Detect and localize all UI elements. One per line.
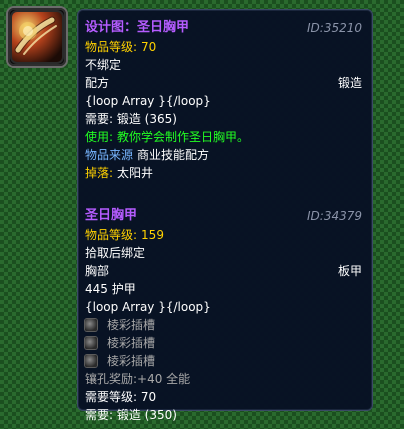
pattern-title[interactable]: 设计图：圣日胸甲 [85,18,189,38]
pattern-source-label[interactable]: 物品来源 [85,146,133,164]
result-bind: 拾取后绑定 [85,246,146,260]
pattern-item-level-row: 物品等级: 70 [85,38,362,56]
result-socket-bonus: 镶孔奖励:+40 全能 [85,372,191,386]
pattern-section: 设计图：圣日胸甲 ID:35210 物品等级: 70 不绑定 配方 锻造 {lo… [85,18,362,182]
pattern-requires-row: 需要: 锻造 (365) [85,110,362,128]
result-socket-label-3: 棱彩插槽 [107,354,156,368]
pattern-drop-label: 掉落: [85,166,114,180]
pattern-use-label: 使用: [85,130,114,144]
armor-pattern-icon[interactable] [8,8,66,66]
result-armor: 445 护甲 [85,282,136,296]
result-title-row: 圣日胸甲 ID:34379 [85,206,362,226]
pattern-source-text: 商业技能配方 [137,148,210,162]
pattern-requires: 需要: 锻造 (365) [85,112,177,126]
pattern-title-row: 设计图：圣日胸甲 ID:35210 [85,18,362,38]
prismatic-socket-icon [85,319,97,331]
pattern-loop-row: {loop Array }{/loop} [85,92,362,110]
result-armor-row: 445 护甲 [85,280,362,298]
pattern-source-row: 物品来源 商业技能配方 [85,146,362,164]
armor-pattern-icon-art [10,10,64,64]
pattern-drop-row: 掉落: 太阳井 [85,164,362,182]
result-item-level-row: 物品等级: 159 [85,226,362,244]
pattern-drop-text[interactable]: 太阳井 [117,164,153,182]
pattern-item-level-label: 物品等级: [85,40,138,54]
pattern-type-right: 锻造 [337,76,362,90]
pattern-use-row: 使用: 教你学会制作圣日胸甲。 [85,128,362,146]
pattern-type-row: 配方 锻造 [85,74,362,92]
result-socket-label-1: 棱彩插槽 [107,318,156,332]
socket-gem-icon [85,319,97,331]
result-socket-label-2: 棱彩插槽 [107,336,156,350]
result-id: ID:34379 [307,209,362,223]
result-req-level-row: 需要等级: 70 [85,388,362,406]
socket-gem-icon [85,355,97,367]
result-loop: {loop Array }{/loop} [85,300,211,314]
result-slot-right: 板甲 [337,264,362,278]
result-item-level-value: 159 [141,228,164,242]
result-req-skill: 需要: 锻造 (350) [85,408,177,422]
pattern-bind: 不绑定 [85,58,122,72]
result-socket-row-1: 棱彩插槽 [85,316,362,334]
result-slot-left: 胸部 [85,264,110,278]
result-req-skill-row: 需要: 锻造 (350) [85,406,362,424]
result-bind-row: 拾取后绑定 [85,244,362,262]
result-socket-bonus-row: 镶孔奖励:+40 全能 [85,370,362,388]
result-section: 圣日胸甲 ID:34379 物品等级: 159 拾取后绑定 胸部 板甲 445 … [85,206,362,424]
result-item-level-label: 物品等级: [85,228,138,242]
result-socket-row-3: 棱彩插槽 [85,352,362,370]
result-socket-row-2: 棱彩插槽 [85,334,362,352]
result-slot-row: 胸部 板甲 [85,262,362,280]
pattern-use-text[interactable]: 教你学会制作圣日胸甲。 [117,128,249,146]
pattern-id: ID:35210 [307,21,362,35]
pattern-item-level-value: 70 [141,40,157,54]
result-loop-row: {loop Array }{/loop} [85,298,362,316]
result-req-level: 需要等级: 70 [85,390,157,404]
pattern-loop: {loop Array }{/loop} [85,94,211,108]
pattern-type-left: 配方 [85,76,110,90]
prismatic-socket-icon [85,337,97,349]
result-title[interactable]: 圣日胸甲 [85,206,137,226]
pattern-bind-row: 不绑定 [85,56,362,74]
socket-gem-icon [85,337,97,349]
prismatic-socket-icon [85,355,97,367]
item-tooltip: 设计图：圣日胸甲 ID:35210 物品等级: 70 不绑定 配方 锻造 {lo… [77,9,373,422]
